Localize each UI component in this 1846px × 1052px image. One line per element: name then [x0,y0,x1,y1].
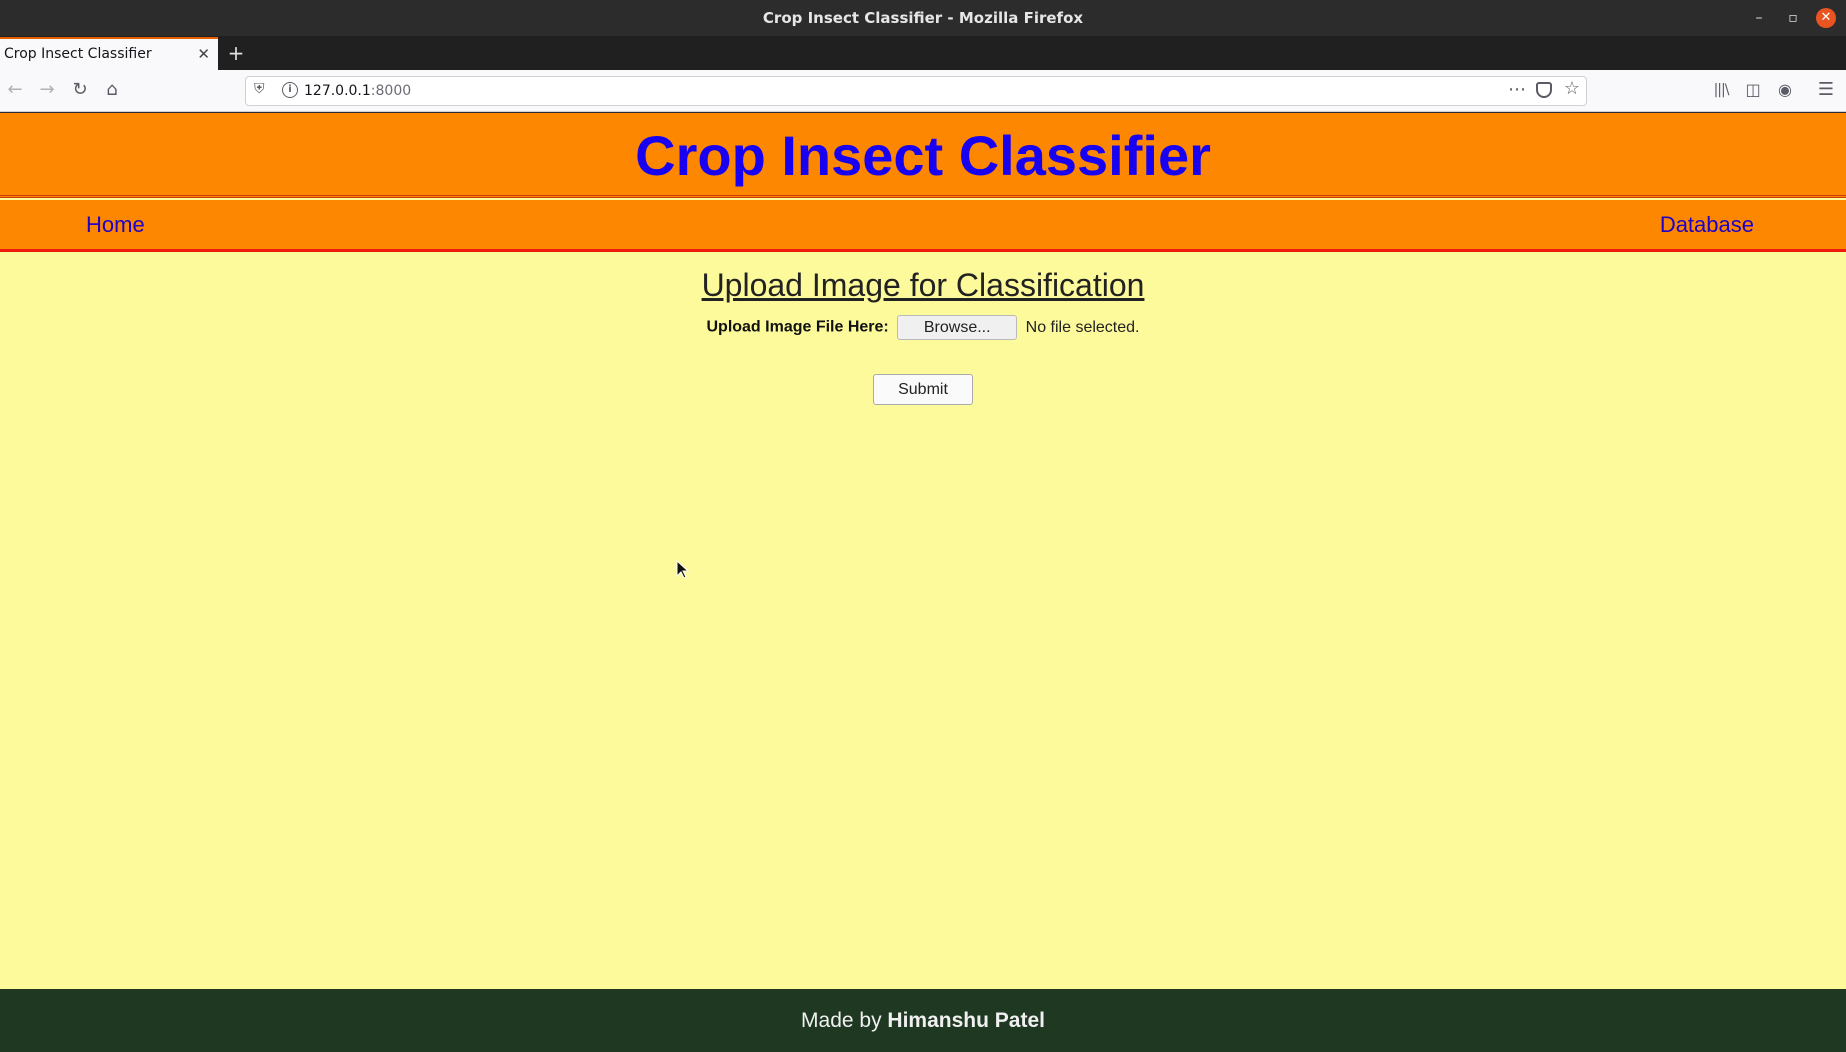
home-icon[interactable]: ⌂ [100,78,124,102]
site-nav: Home Database [0,200,1846,252]
footer-author: Himanshu Patel [887,1009,1045,1032]
hamburger-menu-icon[interactable]: ☰ [1814,78,1838,102]
submit-button[interactable]: Submit [873,374,973,405]
tab-close-icon[interactable]: ✕ [197,39,210,70]
url-port: :8000 [370,83,412,99]
reload-icon[interactable]: ↻ [68,78,92,102]
maximize-icon[interactable]: ▫ [1783,8,1803,28]
nav-database-link[interactable]: Database [1660,212,1754,238]
url-bar[interactable]: ⛨ i 127.0.0.1:8000 ⋯ ☆ [245,76,1587,106]
new-tab-button[interactable]: + [226,36,246,70]
url-text[interactable]: 127.0.0.1:8000 [304,77,411,105]
upload-heading: Upload Image for Classification [701,267,1145,303]
info-icon[interactable]: i [282,82,298,98]
back-arrow-icon[interactable]: ← [3,78,27,102]
pocket-icon[interactable] [1536,82,1552,98]
shield-icon[interactable]: ⛨ [254,81,265,97]
nav-home-link[interactable]: Home [86,212,145,238]
tab-title: Crop Insect Classifier [4,46,152,62]
upload-label: Upload Image File Here: [706,318,889,336]
browse-button[interactable]: Browse... [897,315,1018,340]
site-header: Crop Insect Classifier [0,113,1846,198]
navigation-toolbar: ← → ↻ ⌂ ⛨ i 127.0.0.1:8000 ⋯ ☆ |||\ ◫ ◉ … [0,70,1846,112]
submit-wrap: Submit [0,374,1846,405]
sidebar-icon[interactable]: ◫ [1741,78,1765,102]
mouse-cursor-icon [676,559,690,584]
web-page: Crop Insect Classifier Home Database Upl… [0,113,1846,1052]
url-host: 127.0.0.1 [304,83,371,99]
library-icon[interactable]: |||\ [1709,78,1733,102]
bookmark-star-icon[interactable]: ☆ [1564,78,1580,99]
forward-arrow-icon[interactable]: → [35,78,59,102]
file-status-text: No file selected. [1025,318,1140,336]
more-actions-icon[interactable]: ⋯ [1508,77,1526,103]
tab-strip: Crop Insect Classifier ✕ [0,36,1846,70]
close-icon[interactable]: ✕ [1816,8,1836,28]
account-icon[interactable]: ◉ [1773,78,1797,102]
window-title: Crop Insect Classifier - Mozilla Firefox [762,9,1084,27]
site-footer: Made by Himanshu Patel [0,989,1846,1052]
site-title: Crop Insect Classifier [635,124,1211,187]
footer-prefix: Made by [801,1009,888,1032]
minimize-icon[interactable]: – [1749,8,1769,28]
tab-crop-insect-classifier[interactable]: Crop Insect Classifier ✕ [0,37,218,70]
upload-form-row: Upload Image File Here: Browse... No fil… [0,315,1846,341]
window-title-bar: Crop Insect Classifier - Mozilla Firefox… [0,0,1846,36]
